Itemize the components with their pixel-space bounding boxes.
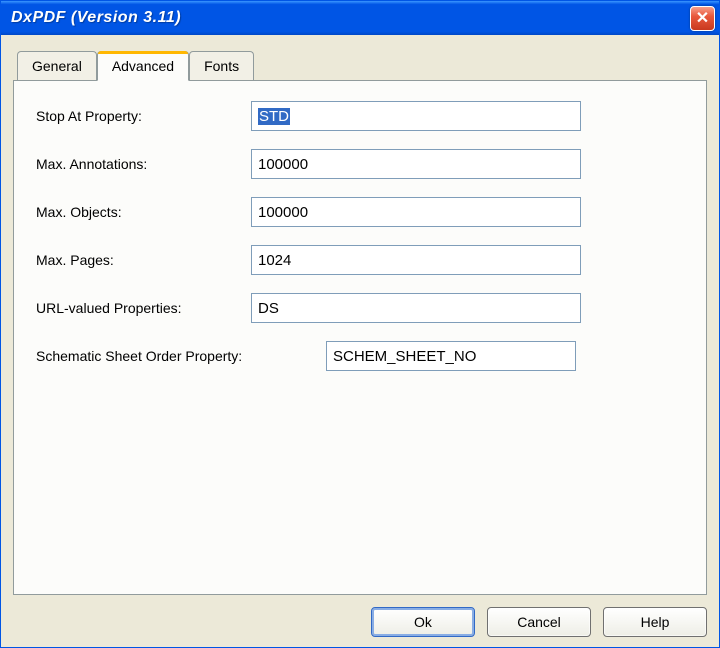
input-stop-at-value: STD — [258, 108, 290, 125]
input-stop-at[interactable]: STD — [251, 101, 581, 131]
input-max-pages[interactable] — [251, 245, 581, 275]
label-url-props: URL-valued Properties: — [36, 300, 251, 316]
tabpanel-advanced: Stop At Property: STD Max. Annotations: … — [13, 80, 707, 595]
input-max-objects[interactable] — [251, 197, 581, 227]
row-max-pages: Max. Pages: — [36, 245, 684, 275]
row-max-annotations: Max. Annotations: — [36, 149, 684, 179]
row-url-props: URL-valued Properties: — [36, 293, 684, 323]
input-max-annotations[interactable] — [251, 149, 581, 179]
label-max-pages: Max. Pages: — [36, 252, 251, 268]
close-button[interactable]: ✕ — [690, 6, 715, 31]
input-url-props[interactable] — [251, 293, 581, 323]
label-max-annotations: Max. Annotations: — [36, 156, 251, 172]
label-schematic-order: Schematic Sheet Order Property: — [36, 348, 326, 364]
label-max-objects: Max. Objects: — [36, 204, 251, 220]
help-button[interactable]: Help — [603, 607, 707, 637]
row-max-objects: Max. Objects: — [36, 197, 684, 227]
dialog-buttons: Ok Cancel Help — [13, 595, 707, 637]
close-icon: ✕ — [696, 8, 709, 28]
ok-button[interactable]: Ok — [371, 607, 475, 637]
tab-general[interactable]: General — [17, 51, 97, 80]
client-area: General Advanced Fonts Stop At Property:… — [1, 35, 719, 647]
label-stop-at: Stop At Property: — [36, 108, 251, 124]
titlebar: DxPDF (Version 3.11) ✕ — [1, 1, 719, 35]
input-schematic-order[interactable] — [326, 341, 576, 371]
tab-fonts[interactable]: Fonts — [189, 51, 254, 80]
dialog-window: DxPDF (Version 3.11) ✕ General Advanced … — [0, 0, 720, 648]
cancel-button[interactable]: Cancel — [487, 607, 591, 637]
row-stop-at: Stop At Property: STD — [36, 101, 684, 131]
tab-advanced[interactable]: Advanced — [97, 51, 189, 81]
window-title: DxPDF (Version 3.11) — [11, 9, 181, 27]
tabstrip: General Advanced Fonts — [17, 47, 707, 80]
row-schematic-order: Schematic Sheet Order Property: — [36, 341, 684, 371]
